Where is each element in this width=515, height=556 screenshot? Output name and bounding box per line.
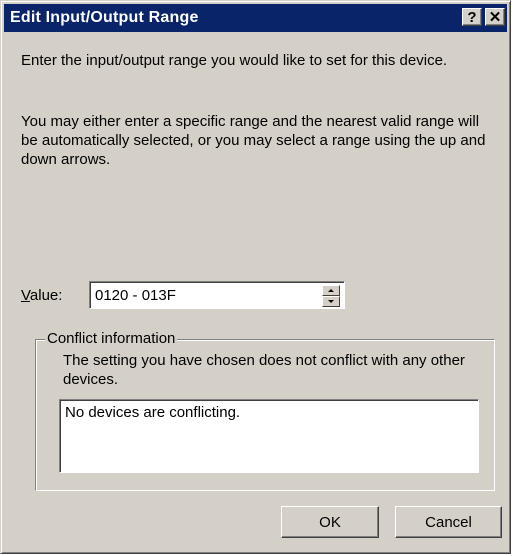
- arrow-down-icon: [328, 300, 334, 303]
- title-bar[interactable]: Edit Input/Output Range ? ✕: [4, 4, 507, 32]
- value-spinbox[interactable]: [89, 281, 345, 309]
- arrow-up-icon: [328, 289, 334, 292]
- cancel-button-label: Cancel: [425, 513, 472, 531]
- value-label-rest: alue:: [29, 287, 63, 304]
- spin-down-button[interactable]: [322, 296, 340, 307]
- value-label: Value:: [21, 287, 62, 304]
- background-edge: [511, 0, 515, 556]
- close-icon: ✕: [488, 8, 502, 26]
- value-input[interactable]: [95, 287, 295, 304]
- conflict-list[interactable]: No devices are conflicting.: [59, 399, 479, 473]
- value-label-accelerator: V: [21, 287, 30, 304]
- help-button[interactable]: ?: [462, 8, 482, 26]
- conflict-description: The setting you have chosen does not con…: [63, 352, 465, 388]
- cancel-button[interactable]: Cancel: [395, 506, 502, 538]
- instruction-text-1: Enter the input/output range you would l…: [21, 52, 448, 69]
- instruction-text-2: You may either enter a specific range an…: [21, 113, 486, 168]
- edit-io-range-dialog: Edit Input/Output Range ? ✕ Enter the in…: [0, 0, 511, 554]
- ok-button-label: OK: [319, 513, 341, 531]
- ok-button[interactable]: OK: [281, 506, 379, 538]
- close-button[interactable]: ✕: [485, 8, 505, 26]
- window-title: Edit Input/Output Range: [10, 9, 199, 26]
- spin-up-button[interactable]: [322, 285, 340, 296]
- question-mark-icon: ?: [467, 8, 477, 26]
- conflict-list-text: No devices are conflicting.: [65, 404, 241, 421]
- conflict-groupbox-legend: Conflict information: [45, 330, 178, 347]
